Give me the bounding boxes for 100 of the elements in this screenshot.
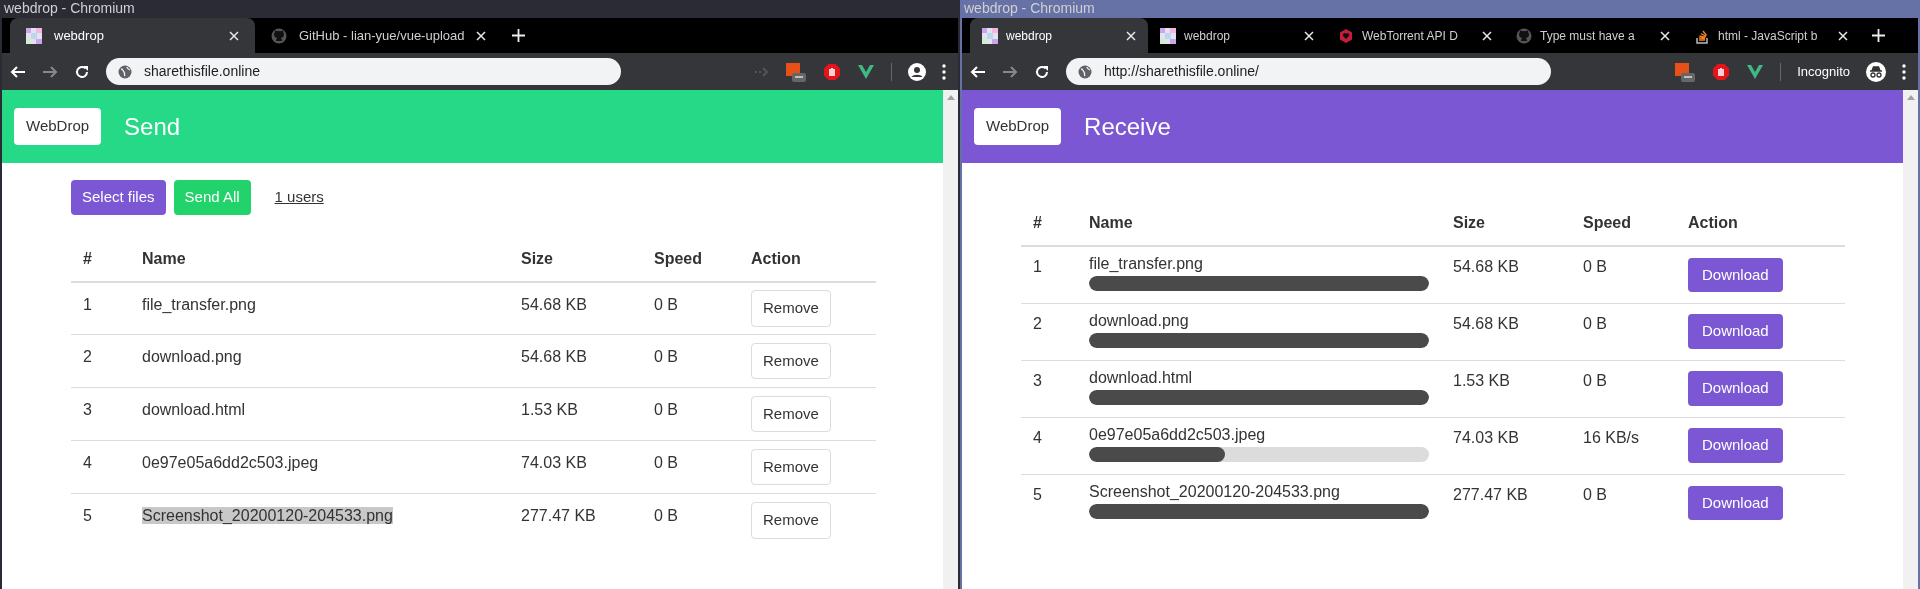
remove-button[interactable]: Remove <box>751 448 831 486</box>
address-bar[interactable]: http://sharethisfile.online/ <box>1066 58 1551 85</box>
users-link[interactable]: 1 users <box>274 186 324 209</box>
v-logo-icon[interactable] <box>1746 63 1765 80</box>
table-cell: 54.68 KB <box>521 295 587 313</box>
column-header: # <box>1033 214 1042 231</box>
close-icon[interactable] <box>1482 30 1492 41</box>
table-cell: 3 <box>1033 371 1042 389</box>
column-header: Size <box>1453 214 1485 231</box>
close-icon[interactable] <box>1660 30 1670 41</box>
new-tab-icon[interactable] <box>1872 29 1885 42</box>
forward-arrow-icon[interactable] <box>1002 63 1018 80</box>
stop-hand-icon[interactable] <box>1712 62 1731 81</box>
column-header: # <box>83 249 92 267</box>
remove-button[interactable]: Remove <box>751 395 831 433</box>
browser-tab[interactable]: Type must have a <box>1504 18 1682 53</box>
logo-button[interactable]: WebDrop <box>14 108 102 145</box>
url-text: http://sharethisfile.online/ <box>1104 62 1259 81</box>
column-header: Speed <box>1583 214 1631 231</box>
browser-tab[interactable]: webdrop <box>1148 18 1326 53</box>
file-name: download.png <box>142 348 242 365</box>
browser-tab[interactable]: html - JavaScript b <box>1682 18 1860 53</box>
table-cell: 0 B <box>654 295 678 313</box>
table-cell: 5 <box>1033 485 1042 503</box>
tab-title: webdrop <box>54 26 105 45</box>
select-files-button[interactable]: Select files <box>71 180 166 215</box>
remove-button[interactable]: Remove <box>751 342 831 380</box>
close-icon[interactable] <box>1304 30 1314 41</box>
incognito-icon[interactable] <box>1866 61 1886 82</box>
tab-title: WebTorrent API D <box>1362 27 1459 45</box>
tab-title: GitHub - lian-yue/vue-upload <box>299 26 465 45</box>
table-cell: 1 <box>1033 258 1042 275</box>
table-cell: 0 B <box>654 454 678 471</box>
browser-tab[interactable]: webdrop <box>970 18 1148 53</box>
table-cell: 54.68 KB <box>1453 314 1519 332</box>
column-header: Name <box>1089 214 1133 231</box>
back-arrow-icon[interactable] <box>970 63 986 80</box>
remove-button[interactable]: Remove <box>751 502 831 539</box>
file-name: file_transfer.png <box>142 295 256 313</box>
incognito-label: Incognito <box>1797 62 1850 81</box>
file-name: file_transfer.png <box>1089 255 1204 273</box>
browser-tab[interactable]: webdrop <box>10 18 255 53</box>
address-bar[interactable]: sharethisfile.online <box>106 58 621 85</box>
checker-icon <box>982 27 998 44</box>
back-arrow-icon[interactable] <box>10 63 26 80</box>
table-cell: 74.03 KB <box>1453 428 1519 446</box>
close-icon[interactable] <box>229 30 239 41</box>
table-cell: 0 B <box>654 401 678 418</box>
table-cell: 1 <box>83 295 92 313</box>
checker-icon <box>1160 27 1176 44</box>
reload-icon[interactable] <box>74 63 90 80</box>
download-button[interactable]: Download <box>1688 485 1783 520</box>
globe-icon <box>1078 64 1092 79</box>
table-cell: 2 <box>83 348 92 365</box>
table-cell: 1.53 KB <box>521 401 578 418</box>
browser-tab[interactable]: WebTorrent API D <box>1326 18 1504 53</box>
table-cell: 4 <box>1033 428 1042 446</box>
close-icon[interactable] <box>1838 30 1848 41</box>
table-cell: 277.47 KB <box>521 507 596 524</box>
remove-button[interactable]: Remove <box>751 290 831 327</box>
table-cell: 4 <box>83 454 92 471</box>
tab-title: html - JavaScript b <box>1718 27 1819 45</box>
file-name: 0e97e05a6dd2c503.jpeg <box>1089 425 1267 444</box>
scrollbar[interactable] <box>943 90 958 589</box>
table-cell: 54.68 KB <box>521 348 587 365</box>
download-button[interactable]: Download <box>1688 428 1783 463</box>
tab-title: Type must have a <box>1540 27 1636 45</box>
download-button[interactable]: Download <box>1688 314 1783 349</box>
file-name: download.html <box>142 401 246 418</box>
download-button[interactable]: Download <box>1688 257 1783 292</box>
table-cell: 74.03 KB <box>521 454 587 471</box>
table-cell: 0 B <box>654 348 678 365</box>
forward-arrow-icon[interactable] <box>42 63 58 80</box>
table-cell: 0 B <box>654 507 678 524</box>
account-icon[interactable] <box>908 62 926 81</box>
scrollbar[interactable] <box>1903 90 1918 589</box>
table-cell: 0 B <box>1583 371 1607 389</box>
new-tab-icon[interactable] <box>512 29 525 42</box>
menu-icon[interactable] <box>942 63 946 80</box>
hexagon-heart-icon <box>1338 27 1354 44</box>
column-header: Action <box>751 249 801 267</box>
column-header: Speed <box>654 249 702 267</box>
download-button[interactable]: Download <box>1688 371 1783 406</box>
close-icon[interactable] <box>1126 30 1136 41</box>
url-text: sharethisfile.online <box>144 62 260 81</box>
extension-off-icon[interactable] <box>785 60 807 83</box>
browser-tab[interactable]: GitHub - lian-yue/vue-upload <box>255 18 500 53</box>
file-name: download.html <box>1089 368 1194 387</box>
tab-title: webdrop <box>1184 27 1232 45</box>
menu-icon[interactable] <box>1902 63 1906 80</box>
v-logo-icon[interactable] <box>857 63 875 80</box>
column-header: Size <box>521 249 553 267</box>
stop-hand-icon[interactable] <box>823 62 841 81</box>
close-icon[interactable] <box>476 30 487 41</box>
logo-button[interactable]: WebDrop <box>974 108 1062 145</box>
file-name: download.png <box>1089 311 1190 330</box>
extension-off-icon[interactable] <box>1674 60 1697 83</box>
table-cell: 0 B <box>1583 485 1607 503</box>
reload-icon[interactable] <box>1034 63 1050 80</box>
cat-icon <box>1516 27 1532 44</box>
